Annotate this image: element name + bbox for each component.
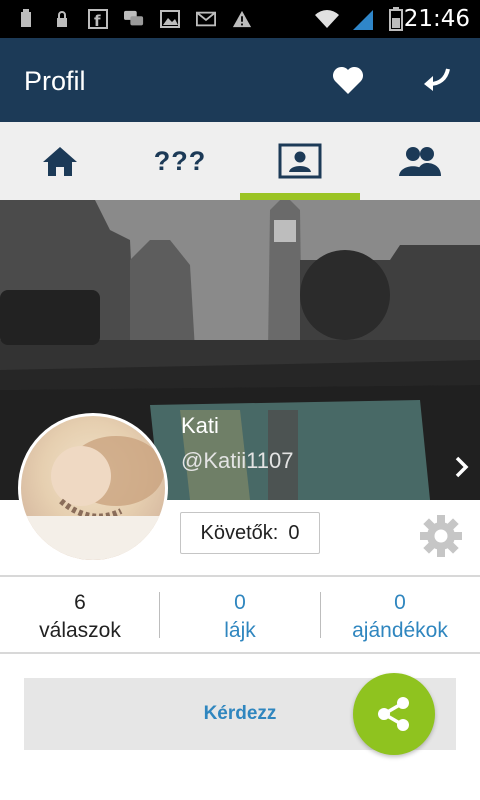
heart-icon xyxy=(332,66,364,94)
signal-icon xyxy=(350,9,376,30)
share-button[interactable] xyxy=(353,673,435,755)
active-tab-indicator xyxy=(240,193,360,200)
followers-count: 0 xyxy=(288,521,300,544)
chat-icon xyxy=(124,9,144,29)
tab-questions-label: ??? xyxy=(153,145,207,176)
back-button[interactable] xyxy=(414,58,458,102)
stat-gifts[interactable]: 0 ajándékok xyxy=(320,592,480,646)
warning-icon xyxy=(232,9,252,29)
usb-icon xyxy=(16,9,36,29)
divider xyxy=(0,575,480,577)
profile-handle: @Katii1107 xyxy=(181,448,294,473)
app-bar: Profil xyxy=(0,38,480,122)
stat-answers-value: 6 xyxy=(74,591,86,614)
divider xyxy=(0,652,480,654)
tab-questions[interactable]: ??? xyxy=(120,122,240,200)
followers-label: Követők: xyxy=(200,521,279,544)
stat-gifts-value: 0 xyxy=(394,591,406,614)
gear-icon[interactable] xyxy=(418,513,464,559)
status-bar: f 21:46 xyxy=(0,0,480,38)
tab-home[interactable] xyxy=(0,122,120,200)
reply-arrow-icon xyxy=(424,68,450,91)
stat-likes[interactable]: 0 lájk xyxy=(160,592,320,646)
clock: 21:46 xyxy=(403,6,470,32)
avatar-image xyxy=(21,436,165,560)
share-icon xyxy=(378,697,409,731)
followers-box[interactable]: Követők: 0 xyxy=(180,512,320,554)
stat-answers[interactable]: 6 válaszok xyxy=(0,592,160,646)
tab-profile[interactable] xyxy=(240,122,360,200)
lock-icon xyxy=(52,9,72,29)
profile-card-icon xyxy=(278,143,322,179)
stat-gifts-label: ajándékok xyxy=(352,619,448,642)
stat-likes-label: lájk xyxy=(224,619,256,642)
stat-answers-label: válaszok xyxy=(39,619,121,642)
favorite-button[interactable] xyxy=(326,58,370,102)
tab-bar: ??? xyxy=(0,122,480,200)
image-icon xyxy=(160,9,180,29)
stat-likes-value: 0 xyxy=(234,591,246,614)
home-icon xyxy=(43,147,77,176)
wifi-icon xyxy=(312,9,342,29)
profile-name: Kati xyxy=(181,413,219,438)
avatar[interactable] xyxy=(18,413,168,563)
gmail-icon xyxy=(196,9,216,29)
users-icon xyxy=(399,147,441,176)
facebook-icon: f xyxy=(88,9,108,29)
svg-text:f: f xyxy=(94,12,101,29)
tab-friends[interactable] xyxy=(360,122,480,200)
chevron-right-icon[interactable] xyxy=(452,455,472,479)
page-title: Profil xyxy=(24,66,86,96)
